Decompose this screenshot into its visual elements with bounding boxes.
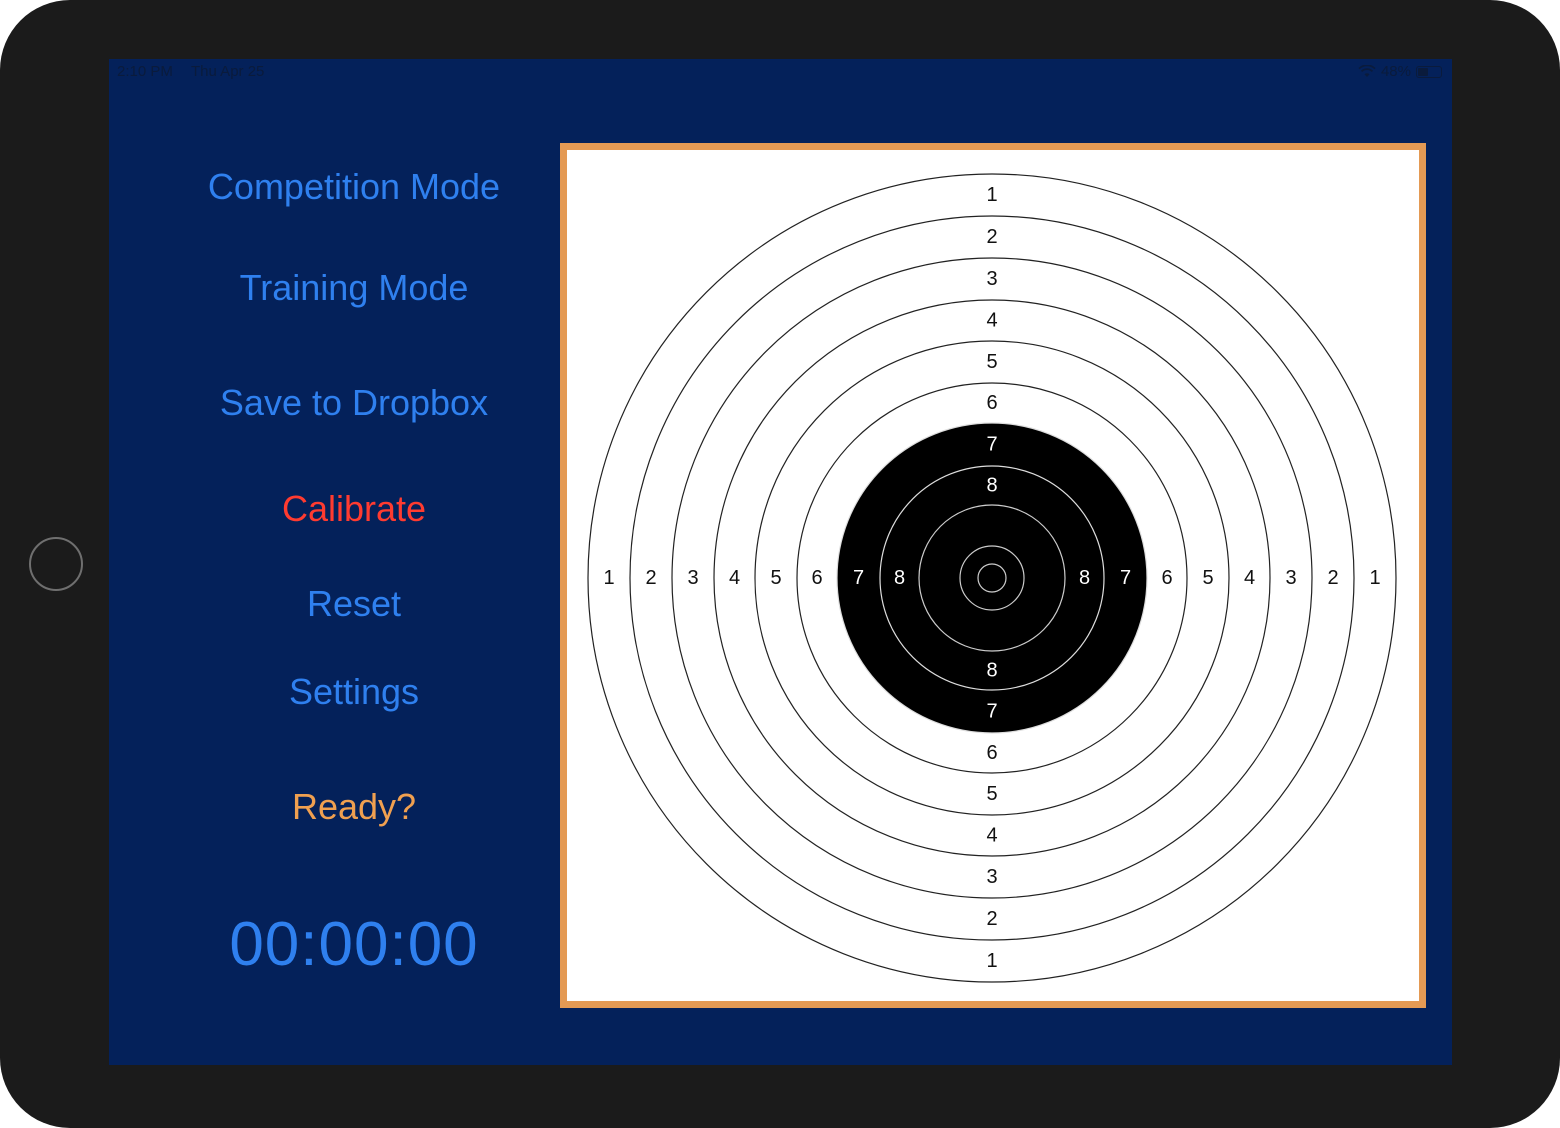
ring-label-right-2: 2 [1327,567,1338,589]
ring-label-right-4: 4 [1244,567,1255,589]
ring-label-right-5: 5 [1202,567,1213,589]
ring-label-bottom-3: 3 [986,866,997,888]
ring-label-left-8: 8 [894,567,905,589]
ring-label-right-1: 1 [1369,567,1380,589]
training-mode-button[interactable]: Training Mode [109,267,599,309]
ring-label-top-4: 4 [986,310,997,332]
ring-label-top-2: 2 [986,226,997,248]
ring-label-top-8: 8 [986,475,997,497]
ring-label-left-6: 6 [811,567,822,589]
ring-label-left-1: 1 [603,567,614,589]
ring-label-left-5: 5 [770,567,781,589]
competition-mode-button[interactable]: Competition Mode [109,166,599,208]
ring-label-top-1: 1 [986,184,997,206]
ring-label-top-6: 6 [986,392,997,414]
calibrate-button[interactable]: Calibrate [109,488,599,530]
tablet-device: 2:10 PM Thu Apr 25 48% Competition Mode … [0,0,1560,1128]
target-rings: 1 2 3 4 5 6 7 8 1 2 3 4 5 6 7 8 8 7 6 5 4 3 2 1 8 7 6 5 4 3 2 1 [587,173,1397,983]
ring-label-top-5: 5 [986,351,997,373]
status-time: 2:10 PM [117,63,173,80]
status-bar: 2:10 PM Thu Apr 25 48% [109,59,1452,85]
aiming-black [837,423,1147,733]
battery-percent: 48% [1380,63,1411,80]
ring-label-top-7: 7 [986,434,997,456]
wifi-icon [1358,65,1376,77]
ring-label-bottom-6: 6 [986,742,997,764]
ready-button[interactable]: Ready? [109,786,599,828]
ring-label-left-3: 3 [687,567,698,589]
status-indicators: 48% [1358,63,1442,80]
ring-label-bottom-4: 4 [986,825,997,847]
ring-label-right-3: 3 [1285,567,1296,589]
ring-label-left-7: 7 [853,567,864,589]
app-screen: 2:10 PM Thu Apr 25 48% Competition Mode … [109,59,1452,1065]
reset-button[interactable]: Reset [109,583,599,625]
ring-label-left-2: 2 [645,567,656,589]
ring-label-left-4: 4 [729,567,740,589]
ring-label-right-8: 8 [1079,567,1090,589]
ring-label-bottom-5: 5 [986,783,997,805]
save-to-dropbox-button[interactable]: Save to Dropbox [109,382,599,424]
status-date: Thu Apr 25 [191,63,265,80]
ring-label-bottom-2: 2 [986,908,997,930]
ring-label-right-6: 6 [1161,567,1172,589]
ring-label-bottom-8: 8 [986,660,997,682]
battery-icon [1416,65,1442,78]
battery-level [1418,67,1428,76]
home-button[interactable] [29,537,83,591]
ring-label-right-7: 7 [1120,567,1131,589]
shooting-target[interactable]: 1 2 3 4 5 6 7 8 1 2 3 4 5 6 7 8 8 7 6 5 4 3 2 1 8 7 6 5 4 3 2 1 [567,150,1419,1001]
elapsed-timer: 00:00:00 [229,910,479,979]
settings-button[interactable]: Settings [109,671,599,713]
ring-label-top-3: 3 [986,268,997,290]
target-frame: 1 2 3 4 5 6 7 8 1 2 3 4 5 6 7 8 8 7 6 5 4 3 2 1 8 7 6 5 4 3 2 1 [560,143,1426,1008]
ring-label-bottom-7: 7 [986,701,997,723]
ring-label-bottom-1: 1 [986,950,997,972]
